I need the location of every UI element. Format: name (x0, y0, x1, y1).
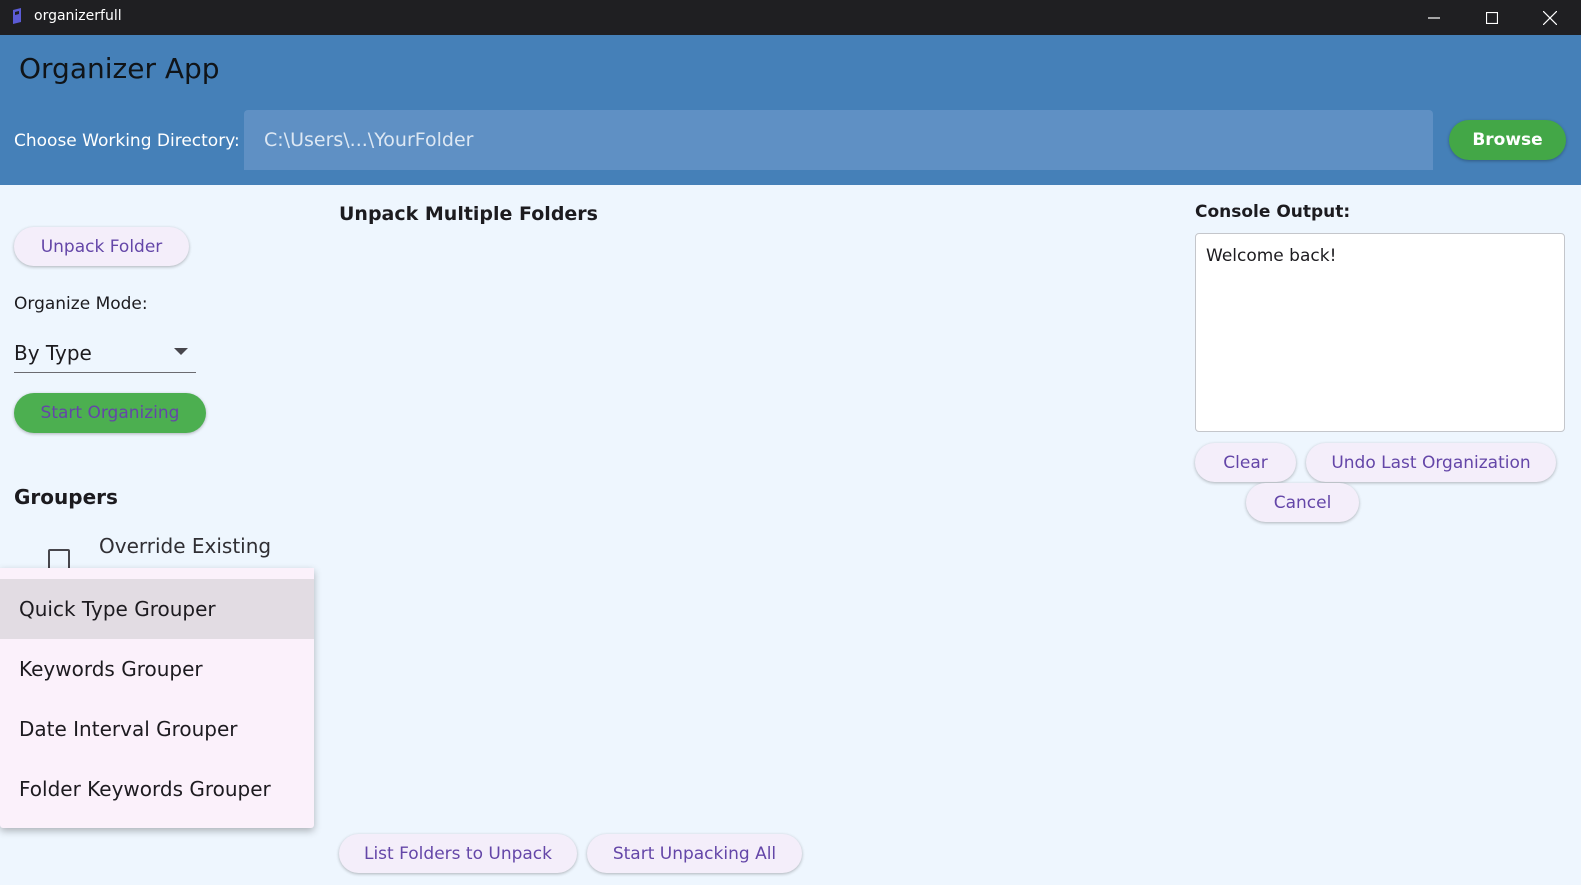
menu-item-folder-keywords-grouper[interactable]: Folder Keywords Grouper (0, 759, 314, 819)
close-icon (1543, 10, 1557, 25)
start-unpacking-all-button[interactable]: Start Unpacking All (587, 834, 802, 873)
start-organizing-button[interactable]: Start Organizing (14, 393, 206, 433)
app-header: Organizer App Choose Working Directory: … (0, 35, 1581, 185)
minimize-button[interactable] (1405, 0, 1463, 35)
undo-last-organization-button[interactable]: Undo Last Organization (1306, 443, 1556, 482)
groupers-heading: Groupers (14, 485, 118, 509)
window-titlebar: organizerfull (0, 0, 1581, 35)
cancel-button[interactable]: Cancel (1246, 483, 1359, 522)
working-directory-label: Choose Working Directory: (14, 131, 240, 151)
menu-item-date-interval-grouper[interactable]: Date Interval Grouper (0, 699, 314, 759)
working-directory-input[interactable] (244, 110, 1433, 170)
clear-button[interactable]: Clear (1195, 443, 1296, 482)
grouper-dropdown-menu: Quick Type Grouper Keywords Grouper Date… (0, 568, 314, 828)
console-text: Welcome back! (1206, 246, 1337, 266)
organize-mode-dropdown[interactable]: By Type (14, 336, 196, 373)
browse-button[interactable]: Browse (1449, 120, 1566, 160)
window-title: organizerfull (34, 8, 122, 24)
maximize-button[interactable] (1463, 0, 1521, 35)
app-logo-icon (13, 8, 21, 24)
console-output-label: Console Output: (1195, 202, 1351, 222)
unpack-folder-button[interactable]: Unpack Folder (14, 227, 189, 266)
maximize-icon (1486, 11, 1498, 24)
app-title: Organizer App (19, 52, 220, 85)
unpack-multiple-folders-heading: Unpack Multiple Folders (339, 203, 598, 225)
organize-mode-value: By Type (14, 341, 92, 365)
menu-item-quick-type-grouper[interactable]: Quick Type Grouper (0, 579, 314, 639)
dropdown-arrow-icon (174, 348, 188, 355)
list-folders-button[interactable]: List Folders to Unpack (339, 834, 577, 873)
minimize-icon (1428, 16, 1440, 19)
close-button[interactable] (1521, 0, 1579, 35)
console-output[interactable]: Welcome back! (1195, 233, 1565, 432)
override-existing-label: Override Existing (99, 534, 272, 558)
menu-item-keywords-grouper[interactable]: Keywords Grouper (0, 639, 314, 699)
organize-mode-label: Organize Mode: (14, 294, 148, 314)
